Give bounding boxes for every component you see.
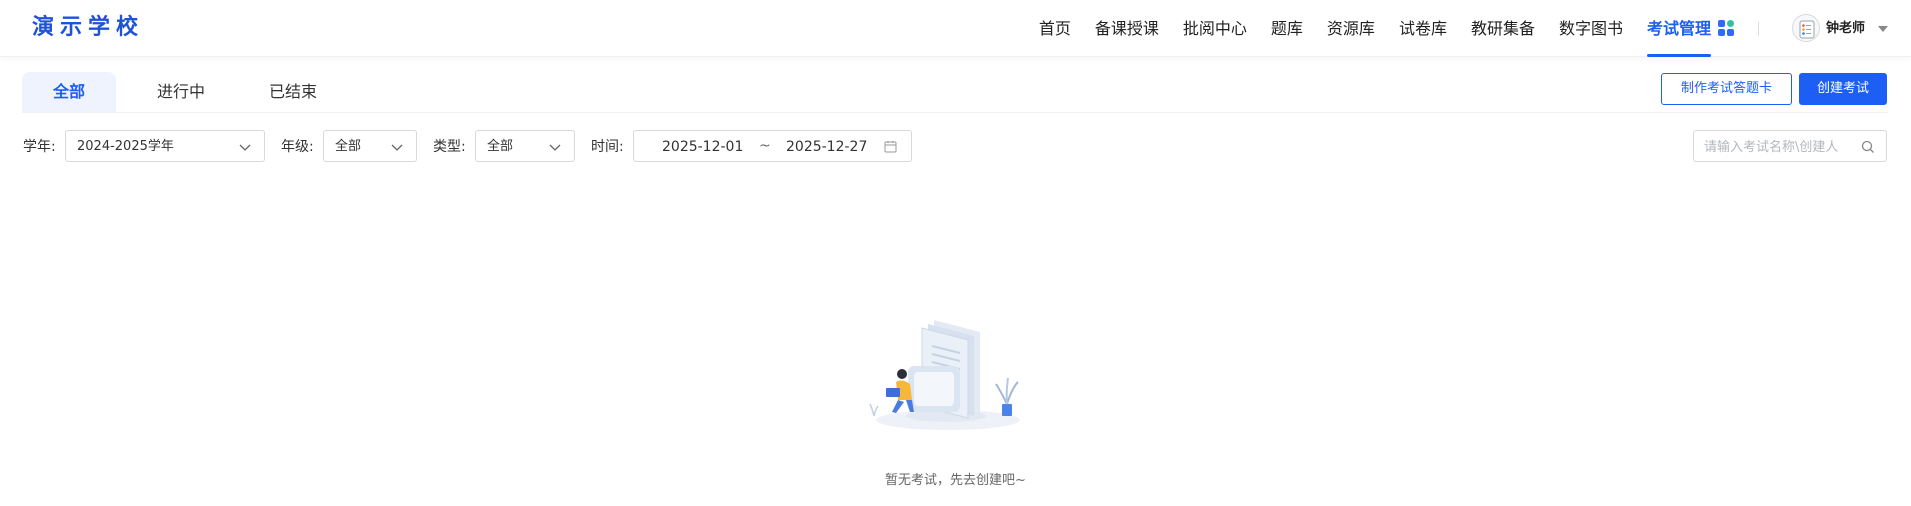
chevron-down-icon — [239, 144, 251, 151]
nav-item-digital-books[interactable]: 数字图书 — [1559, 0, 1623, 57]
tab-finished[interactable]: 已结束 — [246, 72, 340, 112]
make-answer-card-button[interactable]: 制作考试答题卡 — [1661, 73, 1792, 105]
apps-grid-icon[interactable] — [1718, 20, 1735, 37]
date-start-input[interactable]: 2025-12-01 — [662, 138, 743, 156]
date-range-picker[interactable]: 2025-12-01 ~ 2025-12-27 — [633, 130, 912, 162]
grade-filter-label: 年级: — [281, 139, 314, 155]
avatar-graphic — [1799, 20, 1815, 39]
grade-select-value: 全部 — [335, 139, 362, 154]
search-input[interactable] — [1704, 137, 1854, 157]
tab-in-progress[interactable]: 进行中 — [134, 72, 228, 112]
chevron-down-icon — [391, 144, 403, 151]
nav-item-question-bank[interactable]: 题库 — [1271, 0, 1303, 57]
nav-item-resource-library[interactable]: 资源库 — [1327, 0, 1375, 57]
school-logo[interactable]: 演示学校 — [32, 13, 144, 43]
top-header: 演示学校 首页 备课授课 批阅中心 题库 资源库 试卷库 教研集备 数字图书 考… — [0, 0, 1911, 57]
year-select[interactable]: 2024-2025学年 — [65, 130, 265, 162]
date-end-input[interactable]: 2025-12-27 — [786, 138, 867, 156]
search-icon[interactable] — [1861, 140, 1875, 154]
tabs-divider — [22, 112, 1888, 113]
main-nav: 首页 备课授课 批阅中心 题库 资源库 试卷库 教研集备 数字图书 考试管理 — [1015, 0, 1712, 57]
empty-state-text: 暂无考试，先去创建吧~ — [885, 473, 1026, 488]
nav-item-paper-library[interactable]: 试卷库 — [1399, 0, 1447, 57]
apps-grid-cell — [1718, 20, 1725, 27]
grade-select[interactable]: 全部 — [323, 130, 417, 162]
date-range-separator: ~ — [759, 138, 771, 154]
create-exam-button[interactable]: 创建考试 — [1799, 73, 1887, 105]
user-name[interactable]: 钟老师 — [1826, 20, 1865, 38]
avatar-icon[interactable] — [1792, 14, 1820, 42]
tab-all[interactable]: 全部 — [22, 72, 116, 112]
apps-grid-cell — [1727, 20, 1734, 27]
type-select-value: 全部 — [487, 139, 514, 154]
nav-item-home[interactable]: 首页 — [1039, 0, 1071, 57]
apps-grid-cell — [1727, 29, 1734, 36]
nav-item-review-center[interactable]: 批阅中心 — [1183, 0, 1247, 57]
nav-item-exam-management[interactable]: 考试管理 — [1646, 0, 1712, 57]
chevron-down-icon — [549, 144, 561, 151]
year-select-value: 2024-2025学年 — [77, 139, 174, 154]
nav-item-lesson-prep[interactable]: 备课授课 — [1095, 0, 1159, 57]
apps-grid-cell — [1718, 29, 1725, 36]
time-filter-label: 时间: — [591, 139, 624, 155]
type-select[interactable]: 全部 — [475, 130, 575, 162]
year-filter-label: 学年: — [23, 139, 56, 155]
type-filter-label: 类型: — [433, 139, 466, 155]
search-box[interactable] — [1693, 130, 1887, 162]
empty-exam-illustration — [869, 320, 1020, 430]
calendar-icon — [884, 141, 897, 153]
nav-item-teaching-research[interactable]: 教研集备 — [1471, 0, 1535, 57]
caret-down-icon[interactable] — [1878, 26, 1888, 32]
status-tabs: 全部 进行中 已结束 — [22, 72, 358, 112]
header-divider — [1758, 22, 1759, 36]
